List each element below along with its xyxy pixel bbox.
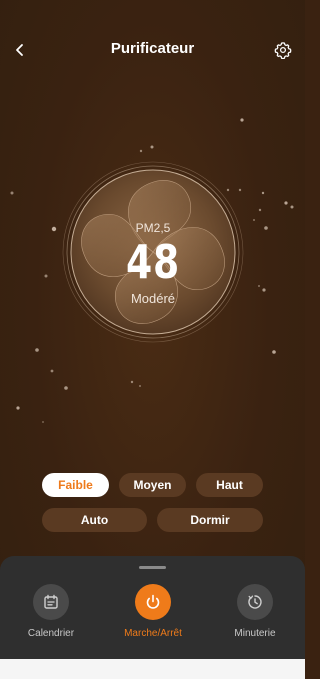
timer-icon [248, 595, 262, 609]
drag-handle[interactable] [139, 566, 166, 569]
mode-dormir-button[interactable]: Dormir [157, 508, 263, 532]
timer-label: Minuterie [234, 628, 276, 639]
air-quality-status: Modéré [130, 291, 176, 306]
mode-faible-button[interactable]: Faible [42, 473, 109, 497]
power-circle [135, 584, 171, 620]
calendar-circle [33, 584, 69, 620]
control-panel: Calendrier Marche/Arrêt Minuterie [0, 556, 305, 659]
mode-moyen-button[interactable]: Moyen [119, 473, 186, 497]
calendar-icon [44, 594, 58, 609]
purifier-screen: Purificateur PM2,5 48 Modéré Faible Moye… [0, 0, 305, 679]
power-button[interactable]: Marche/Arrêt [108, 584, 198, 644]
calendar-label: Calendrier [27, 628, 75, 639]
page-title: Purificateur [110, 40, 195, 57]
power-label: Marche/Arrêt [124, 628, 182, 639]
timer-circle [237, 584, 273, 620]
calendar-button[interactable]: Calendrier [6, 584, 96, 644]
mode-haut-button[interactable]: Haut [196, 473, 263, 497]
app-header: Purificateur [0, 36, 305, 64]
pm-label: PM2,5 [135, 221, 171, 235]
timer-button[interactable]: Minuterie [210, 584, 300, 644]
settings-button[interactable] [271, 38, 295, 62]
air-quality-readout: PM2,5 48 Modéré [62, 161, 244, 343]
gear-icon [274, 42, 292, 59]
power-icon [146, 594, 160, 609]
mode-auto-button[interactable]: Auto [42, 508, 147, 532]
pm-value: 48 [125, 235, 181, 289]
system-nav-bar [0, 659, 305, 679]
